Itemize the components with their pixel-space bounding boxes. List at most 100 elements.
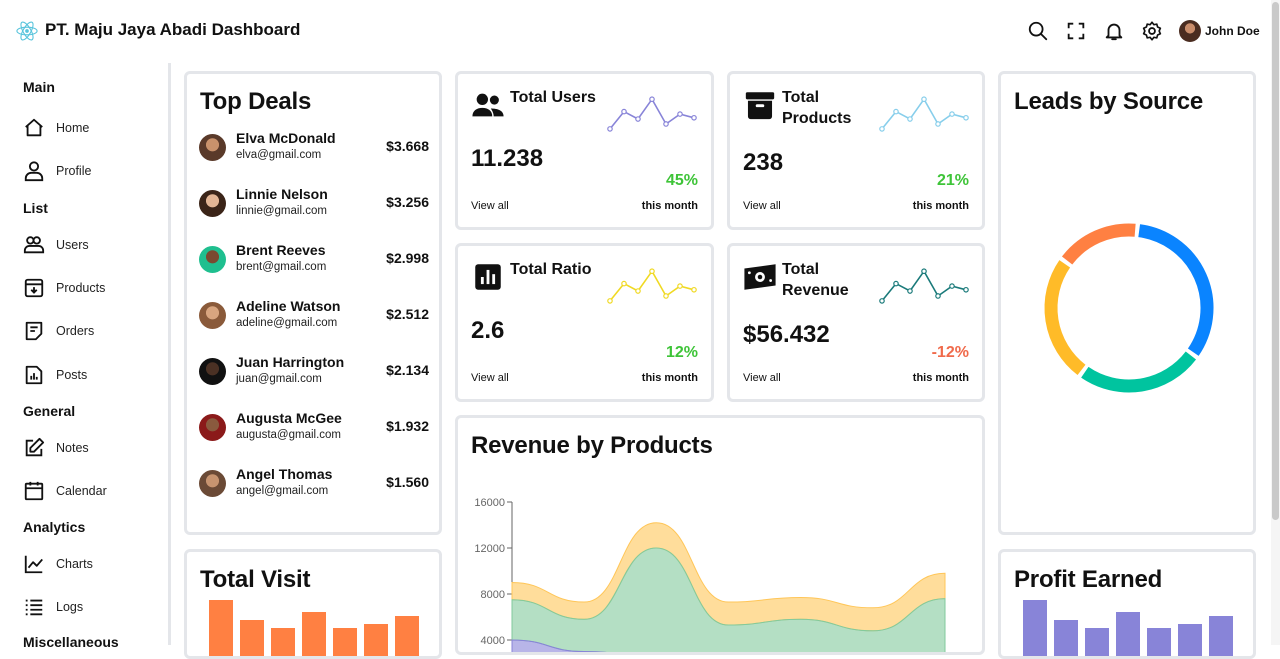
stat-period: this month [641, 200, 698, 212]
sidebar-item-posts[interactable]: Posts [23, 364, 163, 390]
donut-slice-mobile[interactable] [1138, 224, 1214, 356]
line-chart-icon [24, 555, 43, 574]
stat-value: 2.6 [471, 317, 505, 344]
bar [1023, 600, 1047, 656]
sidebar-item-home[interactable]: Home [23, 117, 163, 143]
revenue-sparkline [879, 268, 969, 304]
sidebar-item-label: Posts [56, 368, 88, 382]
top-deals-card: Top Deals Elva McDonald elva@gmail.com $3.… [184, 71, 442, 535]
bar [209, 600, 233, 656]
stat-title-line2: Products [782, 110, 852, 127]
stat-title-line1: Total [782, 89, 820, 106]
view-all-link[interactable]: View all [743, 372, 781, 384]
deal-amount: $3.256 [386, 194, 429, 210]
sidebar-item-label: Charts [56, 557, 93, 571]
sparkline-point [649, 268, 655, 275]
deal-email: brent@gmail.com [236, 261, 327, 273]
bar [1209, 616, 1233, 656]
bar [364, 624, 388, 656]
stat-title: Total Users [510, 89, 596, 106]
stat-percent: -12% [931, 344, 969, 361]
bell-icon[interactable] [1103, 20, 1125, 42]
deal-row[interactable]: Juan Harrington juan@gmail.com $2.134 [199, 354, 429, 390]
search-icon[interactable] [1027, 20, 1049, 42]
fullscreen-icon[interactable] [1065, 20, 1087, 42]
bar [1147, 628, 1171, 656]
bar [302, 612, 326, 656]
sparkline-point [921, 96, 927, 103]
deal-row[interactable]: Brent Reeves brent@gmail.com $2.998 [199, 242, 429, 278]
total-products-card: Total Products 238 21% View all this mon… [727, 71, 985, 230]
sparkline-point [607, 126, 613, 132]
sidebar-item-profile[interactable]: Profile [23, 160, 163, 186]
sidebar-item-products[interactable]: Products [23, 277, 163, 303]
scrollbar-thumb[interactable] [1272, 2, 1279, 520]
sparkline-point [649, 96, 655, 103]
total-visit-card: Total Visit [184, 549, 442, 659]
sidebar-item-calendar[interactable]: Calendar [23, 480, 163, 506]
sparkline-point [879, 298, 885, 304]
deal-avatar [199, 246, 226, 273]
total-revenue-card: Total Revenue $56.432 -12% View all this… [727, 243, 985, 402]
stat-title-line2: Revenue [782, 282, 849, 299]
view-all-link[interactable]: View all [743, 200, 781, 212]
sidebar-item-users[interactable]: Users [23, 234, 163, 260]
sparkline-point [635, 288, 641, 294]
sparkline-point [677, 111, 683, 117]
view-all-link[interactable]: View all [471, 200, 509, 212]
user-avatar[interactable] [1179, 20, 1201, 42]
donut-slice-desktop[interactable] [1081, 351, 1197, 393]
sidebar-item-orders[interactable]: Orders [23, 320, 163, 346]
area-series [511, 522, 946, 632]
sidebar-item-label: Logs [56, 600, 84, 614]
sidebar-item-label: Orders [56, 324, 95, 338]
sparkline-point [677, 283, 683, 289]
users-sparkline [607, 96, 697, 132]
deal-avatar [199, 414, 226, 441]
sidebar-section-miscellaneous: Miscellaneous [23, 634, 119, 650]
ratio-sparkline [607, 268, 697, 304]
sparkline-point [607, 298, 613, 304]
donut-slice-tablet[interactable] [1061, 223, 1136, 265]
bar [240, 620, 264, 656]
top-bar: PT. Maju Jaya Abadi Dashboard John Doe [0, 0, 1280, 62]
deal-email: augusta@gmail.com [236, 429, 341, 441]
sparkline-point [879, 126, 885, 132]
donut-slice-laptop[interactable] [1044, 260, 1086, 376]
view-all-link[interactable]: View all [471, 372, 509, 384]
list-icon [25, 599, 43, 616]
order-note-icon [25, 321, 43, 341]
sparkline-point [921, 268, 927, 275]
deal-avatar [199, 190, 226, 217]
y-tick-label: 4000 [481, 635, 505, 647]
gear-icon[interactable] [1141, 20, 1163, 42]
stat-title-line1: Total [782, 261, 820, 278]
users-icon [472, 93, 504, 117]
y-tick-label: 12000 [474, 543, 505, 555]
deal-row[interactable]: Linnie Nelson linnie@gmail.com $3.256 [199, 186, 429, 222]
sparkline-point [907, 116, 913, 122]
sidebar-section-main: Main [23, 79, 55, 95]
sparkline-point [691, 286, 697, 293]
deal-avatar [199, 302, 226, 329]
deal-name: Adeline Watson [236, 298, 341, 314]
scrollbar-track[interactable] [1271, 0, 1280, 645]
deal-row[interactable]: Augusta McGee augusta@gmail.com $1.932 [199, 410, 429, 446]
sidebar-section-general: General [23, 403, 76, 419]
sidebar-item-charts[interactable]: Charts [23, 553, 163, 579]
sparkline-point [691, 114, 697, 121]
bar [333, 628, 357, 656]
user-name[interactable]: John Doe [1205, 24, 1260, 38]
deal-row[interactable]: Adeline Watson adeline@gmail.com $2.512 [199, 298, 429, 334]
deal-row[interactable]: Elva McDonald elva@gmail.com $3.668 [199, 130, 429, 166]
bar [1178, 624, 1202, 656]
deal-row[interactable]: Angel Thomas angel@gmail.com $1.560 [199, 466, 429, 502]
stat-percent: 12% [665, 344, 698, 361]
sparkline-point [949, 111, 955, 117]
sidebar-item-notes[interactable]: Notes [23, 437, 163, 463]
deal-amount: $3.668 [386, 138, 429, 154]
sparkline-point [949, 283, 955, 289]
react-logo-icon [16, 21, 38, 41]
sidebar-item-logs[interactable]: Logs [23, 596, 163, 622]
edit-icon [25, 437, 45, 457]
